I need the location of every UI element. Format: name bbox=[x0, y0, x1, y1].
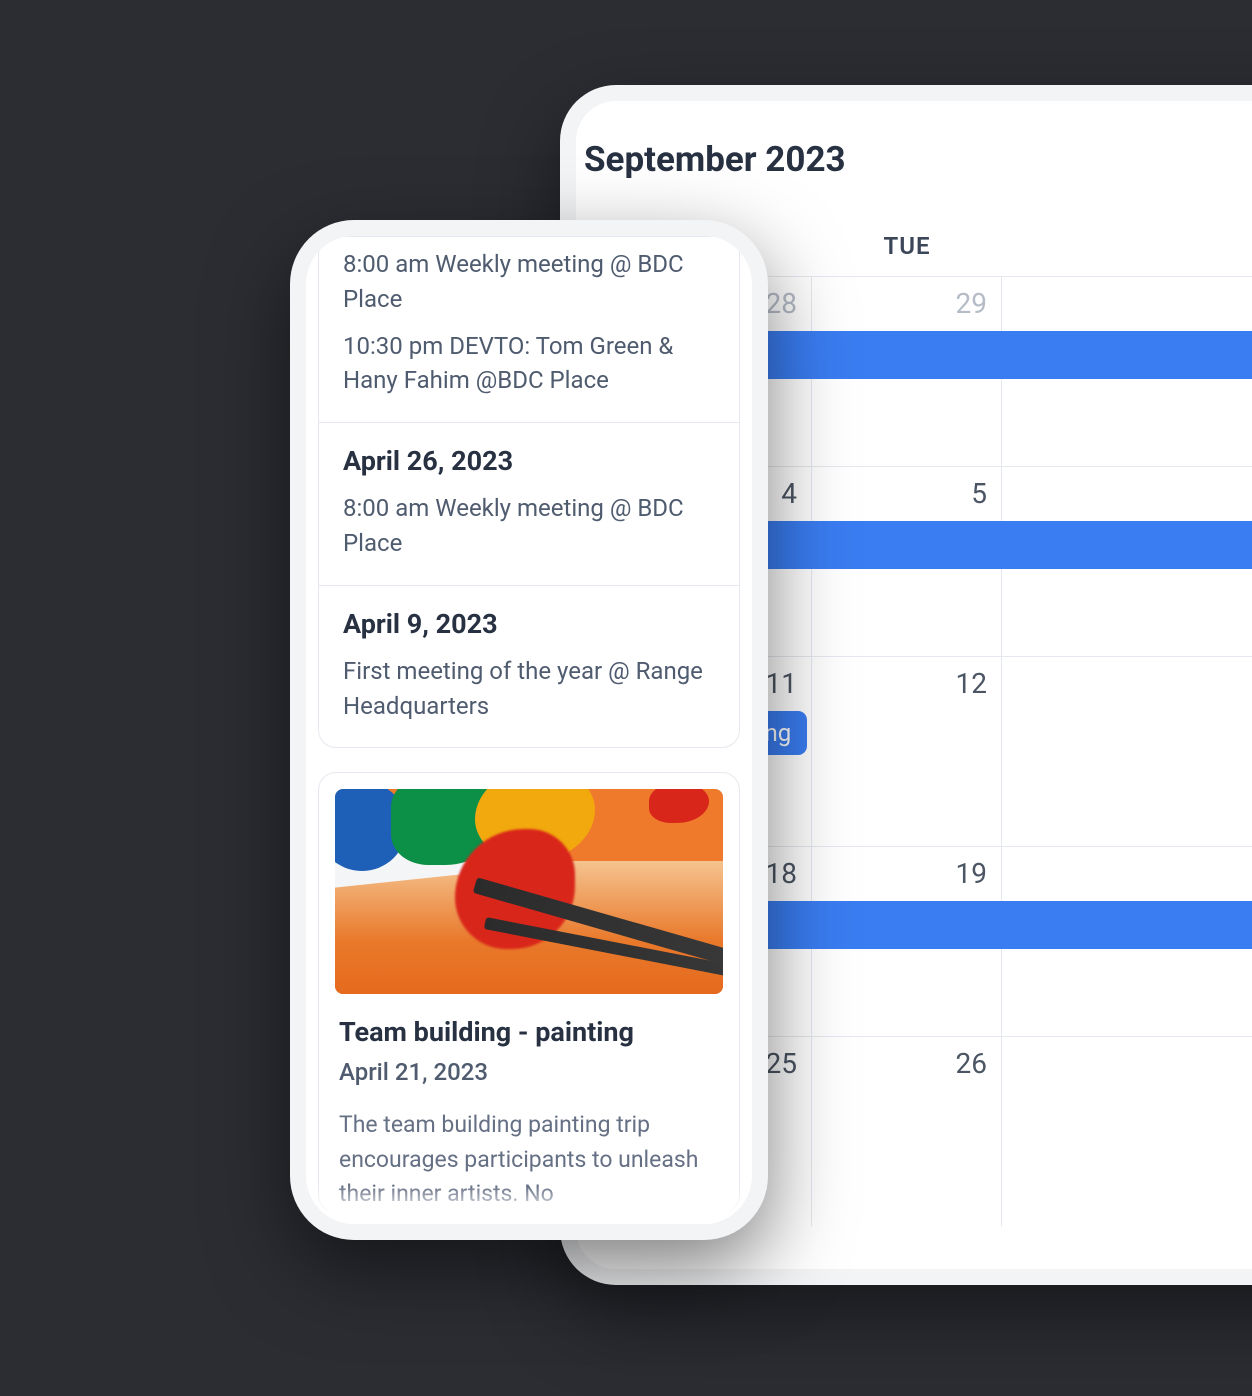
weekday-label: TUE bbox=[812, 226, 1002, 276]
event-detail-card[interactable]: Team building - painting April 21, 2023 … bbox=[318, 772, 740, 1213]
day-number: 4 bbox=[781, 477, 797, 510]
phone-content[interactable]: April 13, 20238:00 am Weekly meeting @ B… bbox=[306, 236, 752, 1224]
agenda-item-date: April 26, 2023 bbox=[343, 445, 715, 477]
day-number: 5 bbox=[971, 477, 987, 510]
day-number: 19 bbox=[956, 857, 987, 890]
event-date: April 21, 2023 bbox=[335, 1058, 723, 1086]
day-number: 29 bbox=[956, 287, 987, 320]
calendar-title: September 2023 bbox=[576, 139, 1252, 226]
agenda-item-line: First meeting of the year @ Range Headqu… bbox=[343, 654, 715, 724]
agenda-item-line: 10:30 pm DEVTO: Tom Green & Hany Fahim @… bbox=[343, 329, 715, 399]
day-number: 18 bbox=[766, 857, 797, 890]
agenda-list-item[interactable]: April 26, 2023 8:00 am Weekly meeting @ B… bbox=[319, 422, 739, 585]
agenda-item-date: April 9, 2023 bbox=[343, 608, 715, 640]
event-description: The team building painting trip encourag… bbox=[335, 1108, 723, 1212]
event-title: Team building - painting bbox=[335, 1016, 723, 1048]
day-number: 12 bbox=[956, 667, 987, 700]
phone-frame: April 13, 20238:00 am Weekly meeting @ B… bbox=[290, 220, 768, 1240]
day-number: 25 bbox=[766, 1047, 797, 1080]
agenda-list-card: April 13, 20238:00 am Weekly meeting @ B… bbox=[318, 236, 740, 748]
agenda-item-line: 8:00 am Weekly meeting @ BDC Place bbox=[343, 247, 715, 317]
agenda-list-item[interactable]: April 9, 2023 First meeting of the year @… bbox=[319, 585, 739, 748]
phone-screen: April 13, 20238:00 am Weekly meeting @ B… bbox=[306, 236, 752, 1224]
agenda-item-line: 8:00 am Weekly meeting @ BDC Place bbox=[343, 491, 715, 561]
calendar-cell[interactable]: 12 bbox=[812, 657, 1002, 846]
day-number: 28 bbox=[766, 287, 797, 320]
calendar-cell[interactable]: 26 bbox=[812, 1037, 1002, 1226]
event-image bbox=[335, 789, 723, 994]
day-number: 11 bbox=[766, 667, 797, 700]
day-number: 26 bbox=[956, 1047, 987, 1080]
agenda-list-item[interactable]: April 13, 20238:00 am Weekly meeting @ B… bbox=[319, 236, 739, 422]
